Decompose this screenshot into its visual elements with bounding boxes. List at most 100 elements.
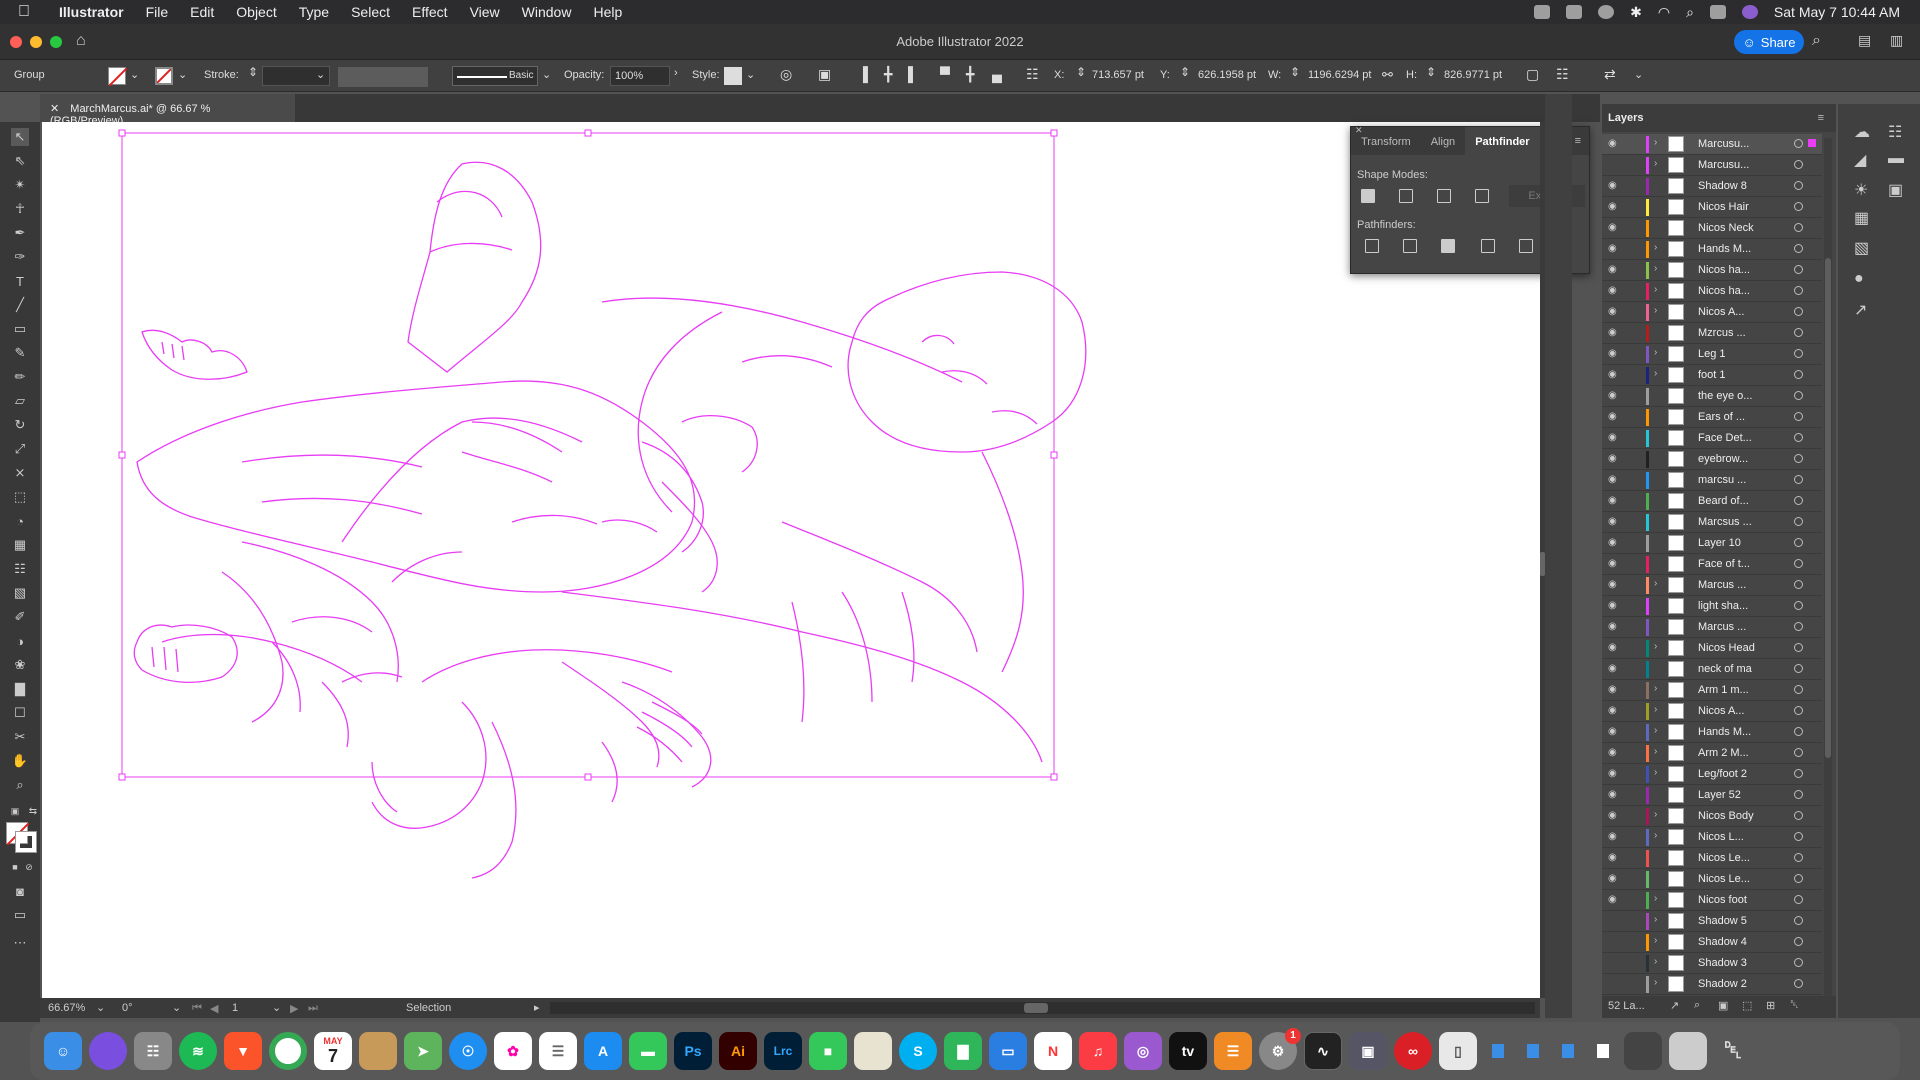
- create-sublayer-icon[interactable]: ⬚: [1742, 999, 1752, 1012]
- type-tool-icon[interactable]: T: [11, 272, 29, 290]
- layer-target-icon[interactable]: [1794, 643, 1803, 652]
- expand-layer-chevron-icon[interactable]: ›: [1654, 683, 1657, 694]
- zoom-field[interactable]: 66.67%: [48, 1002, 85, 1014]
- layer-row[interactable]: ◉ marcsu ...: [1602, 470, 1822, 491]
- layers-dock-icon[interactable]: ◢: [1854, 150, 1866, 170]
- visibility-eye-icon[interactable]: ◉: [1608, 558, 1617, 569]
- transform-icon[interactable]: ▢: [1526, 66, 1539, 83]
- layer-row[interactable]: ◉ Face Det...: [1602, 428, 1822, 449]
- visibility-eye-icon[interactable]: ◉: [1608, 180, 1617, 191]
- layer-name[interactable]: Nicos Hair: [1698, 201, 1749, 213]
- layer-name[interactable]: light sha...: [1698, 600, 1748, 612]
- layer-target-icon[interactable]: [1794, 601, 1803, 610]
- visibility-eye-icon[interactable]: ◉: [1608, 789, 1617, 800]
- visibility-eye-icon[interactable]: ◉: [1608, 495, 1617, 506]
- layer-target-icon[interactable]: [1794, 622, 1803, 631]
- expand-layer-chevron-icon[interactable]: ›: [1654, 893, 1657, 904]
- visibility-eye-icon[interactable]: ◉: [1608, 243, 1617, 254]
- line-segment-tool-icon[interactable]: ╱: [11, 296, 29, 314]
- exclude-icon[interactable]: [1475, 189, 1489, 203]
- layer-target-icon[interactable]: [1794, 538, 1803, 547]
- color-guide-icon[interactable]: ☀: [1854, 180, 1868, 200]
- visibility-eye-icon[interactable]: ◉: [1608, 348, 1617, 359]
- visibility-eye-icon[interactable]: ◉: [1608, 474, 1617, 485]
- hand-tool-icon[interactable]: ✋: [11, 752, 29, 770]
- visibility-eye-icon[interactable]: ◉: [1608, 600, 1617, 611]
- style-dropdown-icon[interactable]: ⌄: [746, 68, 755, 81]
- rotation-field[interactable]: 0°: [122, 1002, 133, 1014]
- layer-name[interactable]: Hands M...: [1698, 726, 1751, 738]
- apple-icon[interactable]: : [18, 3, 48, 21]
- edit-toolbar-icon[interactable]: ⋯: [11, 934, 29, 952]
- trim-icon[interactable]: [1403, 239, 1417, 253]
- direct-selection-tool-icon[interactable]: ⇖: [11, 152, 29, 170]
- handle-bottom-right[interactable]: [1050, 773, 1058, 781]
- close-panel-icon[interactable]: ✕: [1355, 125, 1363, 136]
- layer-row[interactable]: ◉ › Arm 2 M...: [1602, 743, 1822, 764]
- dock-small-4-icon[interactable]: [1589, 1032, 1617, 1070]
- documents-stack-icon[interactable]: [1669, 1032, 1707, 1070]
- layer-target-icon[interactable]: [1794, 349, 1803, 358]
- layer-row[interactable]: ◉ Nicos Le...: [1602, 848, 1822, 869]
- expand-layer-chevron-icon[interactable]: ›: [1654, 914, 1657, 925]
- layer-target-icon[interactable]: [1794, 706, 1803, 715]
- align-left-icon[interactable]: ▐: [858, 66, 868, 82]
- layer-row[interactable]: ◉ neck of ma: [1602, 659, 1822, 680]
- layer-row[interactable]: ◉ Nicos Neck: [1602, 218, 1822, 239]
- layers-scroll-thumb[interactable]: [1825, 258, 1831, 758]
- menu-object[interactable]: Object: [225, 4, 287, 20]
- collect-for-export-icon[interactable]: ↗: [1670, 999, 1679, 1012]
- layer-row[interactable]: ◉ › Nicos A...: [1602, 302, 1822, 323]
- layer-name[interactable]: Hands M...: [1698, 243, 1751, 255]
- workspace-switcher-icon[interactable]: ▤: [1858, 32, 1871, 49]
- layer-name[interactable]: Layer 10: [1698, 537, 1741, 549]
- layer-name[interactable]: Leg/foot 2: [1698, 768, 1747, 780]
- screenshot-icon[interactable]: ▣: [1349, 1032, 1387, 1070]
- expand-layer-chevron-icon[interactable]: ›: [1654, 725, 1657, 736]
- reminders-icon[interactable]: ☰: [539, 1032, 577, 1070]
- visibility-eye-icon[interactable]: ◉: [1608, 306, 1617, 317]
- layers-title[interactable]: Layers: [1608, 112, 1643, 124]
- visibility-eye-icon[interactable]: ◉: [1608, 516, 1617, 527]
- h-field[interactable]: 826.9771 pt: [1440, 66, 1512, 86]
- photos-icon[interactable]: ✿: [494, 1032, 532, 1070]
- layer-name[interactable]: neck of ma: [1698, 663, 1752, 675]
- delete-layer-icon[interactable]: ␡: [1790, 999, 1799, 1012]
- messages-icon[interactable]: ▬: [629, 1032, 667, 1070]
- layer-target-icon[interactable]: [1794, 412, 1803, 421]
- layer-target-icon[interactable]: [1794, 181, 1803, 190]
- visibility-eye-icon[interactable]: ◉: [1608, 894, 1617, 905]
- visibility-eye-icon[interactable]: ◉: [1608, 873, 1617, 884]
- align-top-icon[interactable]: ▀: [940, 66, 950, 82]
- align-right-icon[interactable]: ▌: [908, 66, 918, 82]
- layer-row[interactable]: ◉ Mzrcus ...: [1602, 323, 1822, 344]
- expand-layer-chevron-icon[interactable]: ›: [1654, 284, 1657, 295]
- notes-icon[interactable]: [359, 1032, 397, 1070]
- layer-row[interactable]: ◉ the eye o...: [1602, 386, 1822, 407]
- layer-row[interactable]: ◉ Marcus ...: [1602, 617, 1822, 638]
- layer-row[interactable]: ◉ Nicos Le...: [1602, 869, 1822, 890]
- lasso-tool-icon[interactable]: ☥: [11, 200, 29, 218]
- music-icon[interactable]: ♫: [1079, 1032, 1117, 1070]
- layer-row[interactable]: ◉ › Marcusu...: [1602, 134, 1822, 155]
- layer-name[interactable]: Layer 52: [1698, 789, 1741, 801]
- visibility-eye-icon[interactable]: ◉: [1608, 663, 1617, 674]
- layer-row[interactable]: ◉ Marcsus ...: [1602, 512, 1822, 533]
- downloads-stack-icon[interactable]: [1624, 1032, 1662, 1070]
- stroke-swatch[interactable]: [155, 67, 173, 85]
- menu-view[interactable]: View: [459, 4, 511, 20]
- h-stepper-icon[interactable]: ⇕: [1426, 65, 1436, 79]
- appearance-icon[interactable]: ●: [1854, 270, 1864, 288]
- illustrator-icon[interactable]: Ai: [719, 1032, 757, 1070]
- rotate-tool-icon[interactable]: ↻: [11, 416, 29, 434]
- opacity-field[interactable]: 100%: [610, 66, 670, 86]
- chrome-icon[interactable]: [269, 1032, 307, 1070]
- layer-name[interactable]: Nicos A...: [1698, 705, 1744, 717]
- layer-target-icon[interactable]: [1794, 895, 1803, 904]
- layer-row[interactable]: ◉ › Arm 1 m...: [1602, 680, 1822, 701]
- layer-name[interactable]: Arm 1 m...: [1698, 684, 1749, 696]
- layer-target-icon[interactable]: [1794, 664, 1803, 673]
- handle-top-center[interactable]: [584, 129, 592, 137]
- layer-name[interactable]: Shadow 8: [1698, 180, 1747, 192]
- visibility-eye-icon[interactable]: ◉: [1608, 537, 1617, 548]
